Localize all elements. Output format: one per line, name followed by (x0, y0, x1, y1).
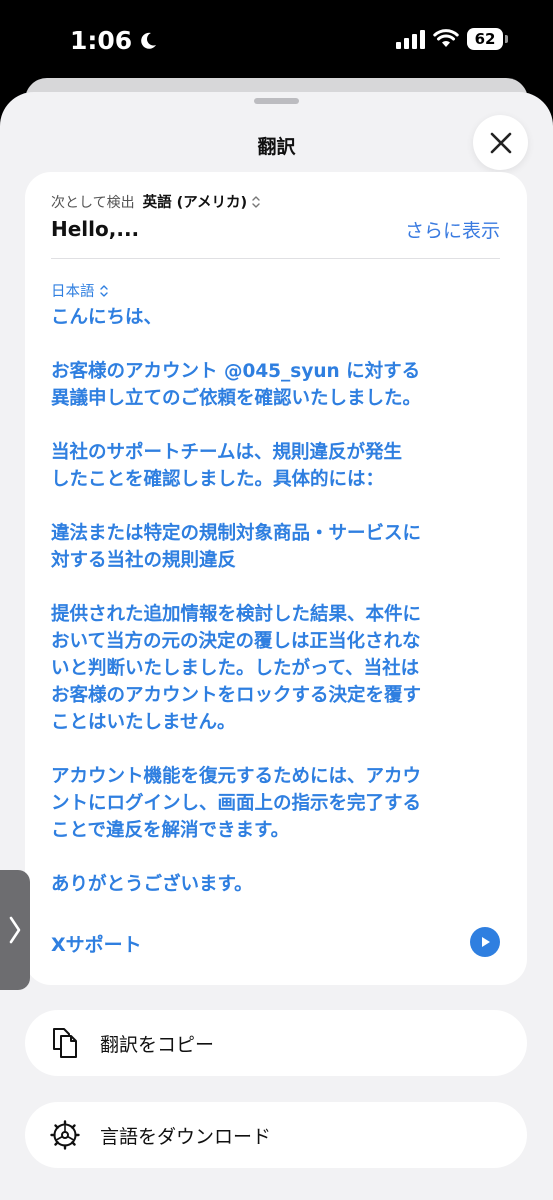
translated-line (51, 844, 511, 871)
target-language-picker[interactable]: 日本語 (51, 280, 109, 301)
translated-line: 違法または特定の規制対象商品・サービスに (51, 523, 422, 544)
translated-line: 対する当社の規則違反 (51, 550, 237, 571)
close-button[interactable] (473, 115, 528, 170)
chevron-right-icon (9, 916, 21, 944)
download-language-button[interactable]: 言語をダウンロード (25, 1102, 527, 1168)
cellular-signal-icon (396, 29, 425, 49)
download-language-label: 言語をダウンロード (100, 1125, 272, 1148)
source-language-picker[interactable]: 英語 (アメリカ) (143, 191, 262, 212)
translated-line: こんにちは、 (51, 307, 163, 328)
translated-line: ことはいたしません。 (51, 712, 236, 733)
chevron-up-down-icon (99, 284, 108, 297)
translated-signature: Xサポート (51, 934, 142, 956)
translated-text: こんにちは、 お客様のアカウント @045_syun に対する 異議申し立てのご… (51, 304, 511, 898)
translated-line: ントにログインし、画面上の指示を完了する (51, 793, 422, 814)
battery-level: 62 (474, 30, 496, 48)
copy-translation-label: 翻訳をコピー (100, 1033, 215, 1056)
edge-panel-handle[interactable] (0, 870, 30, 990)
translated-line (51, 574, 511, 601)
translated-line (51, 412, 511, 439)
status-indicators: 62 (396, 28, 508, 50)
translated-line: 当社のサポートチームは、規則違反が発生 (51, 442, 402, 463)
translated-line (51, 736, 511, 763)
source-language: 英語 (アメリカ) (142, 195, 248, 211)
translated-line (51, 493, 511, 520)
translated-line: ことで違反を解消できます。 (51, 820, 290, 841)
copy-translation-button[interactable]: 翻訳をコピー (25, 1010, 527, 1076)
translated-line: お客様のアカウント @045_syun に対する (51, 361, 421, 382)
wifi-icon (433, 29, 459, 47)
chevron-up-down-icon (252, 195, 260, 208)
translation-card: 次として検出 英語 (アメリカ) Hello,... さらに表示 日本語 こんに… (25, 172, 527, 985)
translated-line (51, 331, 511, 358)
translated-line: 提供された追加情報を検討した結果、本件に (51, 604, 422, 625)
moon-icon (141, 32, 157, 49)
translated-line: したことを確認しました。具体的には： (51, 469, 385, 490)
battery-indicator: 62 (467, 28, 508, 50)
status-time-group: 1:06 (70, 26, 158, 55)
show-more-link[interactable]: さらに表示 (405, 216, 500, 243)
sheet-grabber[interactable] (254, 98, 299, 104)
copy-documents-icon (50, 1026, 80, 1060)
detect-label: 次として検出 (51, 194, 135, 211)
gear-icon (50, 1118, 80, 1152)
play-translation-button[interactable] (470, 927, 500, 957)
translated-line: いと判断いたしました。したがって、当社は (51, 658, 420, 679)
sheet-title: 翻訳 (257, 136, 296, 158)
source-text: Hello,... (51, 217, 140, 241)
status-time: 1:06 (70, 26, 133, 55)
translated-line: おいて当方の元の決定の覆しは正当化されな (51, 631, 421, 652)
translated-line: お客様のアカウントをロックする決定を覆す (51, 685, 422, 706)
status-bar: 1:06 62 (0, 0, 553, 80)
target-language: 日本語 (51, 284, 95, 300)
translated-line: ありがとうございます。 (51, 874, 253, 895)
close-icon (490, 132, 511, 153)
detected-language-row: 次として検出 英語 (アメリカ) (51, 191, 261, 212)
play-icon (482, 937, 490, 947)
screen: 1:06 62 翻訳 次として検出 英語 (アメリカ) Hello,... さら… (0, 0, 553, 1200)
translated-line: アカウント機能を復元するためには、アカウ (51, 766, 422, 787)
translated-line: 異議申し立てのご依頼を確認いたしました。 (51, 388, 422, 409)
divider (51, 258, 500, 259)
translate-sheet: 翻訳 次として検出 英語 (アメリカ) Hello,... さらに表示 日本語 … (0, 92, 553, 1200)
